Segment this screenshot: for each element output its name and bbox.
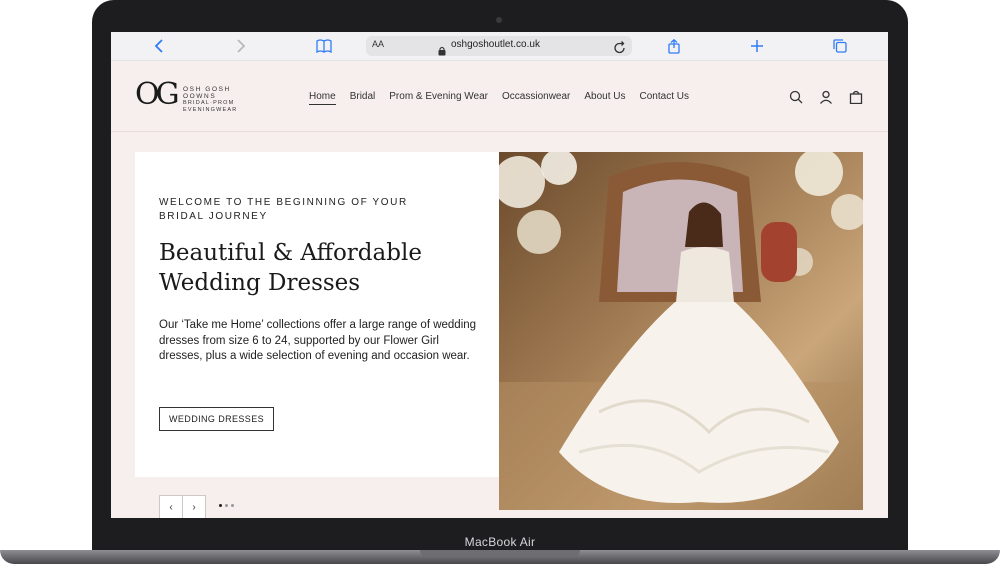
main-nav: Home Bridal Prom & Evening Wear Occassio… (309, 91, 689, 105)
laptop-chin (111, 518, 888, 534)
reader-aa-button[interactable]: AA (372, 39, 384, 49)
address-bar[interactable]: AA oshgoshoutlet.co.uk (366, 36, 632, 56)
url-text: oshgoshoutlet.co.uk (451, 39, 540, 50)
search-icon[interactable] (789, 89, 803, 104)
logo-line-3: BRIDAL·PROM (183, 100, 235, 106)
slider-dots (219, 504, 234, 507)
new-tab-icon[interactable] (749, 38, 765, 54)
laptop-frame: AA oshgoshoutlet.co.uk OG OSH GOSH OOWNS… (0, 0, 1000, 574)
nav-prom-evening-wear[interactable]: Prom & Evening Wear (389, 91, 488, 105)
tabs-overview-icon[interactable] (832, 38, 848, 54)
slider-dot[interactable] (231, 504, 234, 507)
share-icon[interactable] (666, 38, 682, 54)
nav-bridal[interactable]: Bridal (350, 91, 376, 105)
hero-body: Our ‘Take me Home’ collections offer a l… (159, 319, 477, 362)
site-header: OG OSH GOSH OOWNS BRIDAL·PROM EVENINGWEA… (111, 61, 888, 132)
hero-image (499, 152, 863, 510)
slider-next-button[interactable]: › (183, 495, 206, 518)
slider-dot[interactable] (219, 504, 222, 507)
logo-line-1: OSH GOSH (183, 86, 231, 93)
bookmarks-icon[interactable] (316, 38, 332, 54)
nav-occassionwear[interactable]: Occassionwear (502, 91, 570, 105)
slider-dot[interactable] (225, 504, 228, 507)
browser-toolbar: AA oshgoshoutlet.co.uk (111, 32, 888, 61)
hero-text-panel: WELCOME TO THE BEGINNING OF YOUR BRIDAL … (135, 152, 499, 477)
hero-headline: Beautiful & Affordable Wedding Dresses (159, 240, 422, 296)
camera-icon (496, 17, 502, 23)
hero-eyebrow: WELCOME TO THE BEGINNING OF YOUR BRIDAL … (159, 197, 408, 222)
account-icon[interactable] (819, 89, 833, 104)
reload-icon[interactable] (614, 39, 626, 58)
browser-window: AA oshgoshoutlet.co.uk OG OSH GOSH OOWNS… (111, 32, 888, 518)
slider-prev-button[interactable]: ‹ (159, 495, 183, 518)
logo-wordmark: OSH GOSH OOWNS BRIDAL·PROM EVENINGWEAR (183, 86, 253, 114)
nav-home[interactable]: Home (309, 91, 336, 105)
logo-line-2: OOWNS (183, 93, 217, 100)
lock-icon (438, 41, 446, 60)
nav-about-us[interactable]: About Us (584, 91, 625, 105)
shopping-bag-icon[interactable] (849, 89, 863, 105)
nav-contact-us[interactable]: Contact Us (640, 91, 689, 105)
logo-line-4: EVENINGWEAR (183, 107, 238, 113)
wedding-dresses-button[interactable]: WEDDING DRESSES (159, 407, 275, 431)
device-label: MacBook Air (464, 535, 536, 549)
slider-controls: ‹ › (159, 495, 206, 518)
back-icon[interactable] (151, 38, 167, 54)
logo-mark: OG (135, 77, 180, 112)
bride-photo-illustration (499, 152, 863, 510)
laptop-notch (420, 550, 580, 557)
forward-icon[interactable] (233, 38, 249, 54)
